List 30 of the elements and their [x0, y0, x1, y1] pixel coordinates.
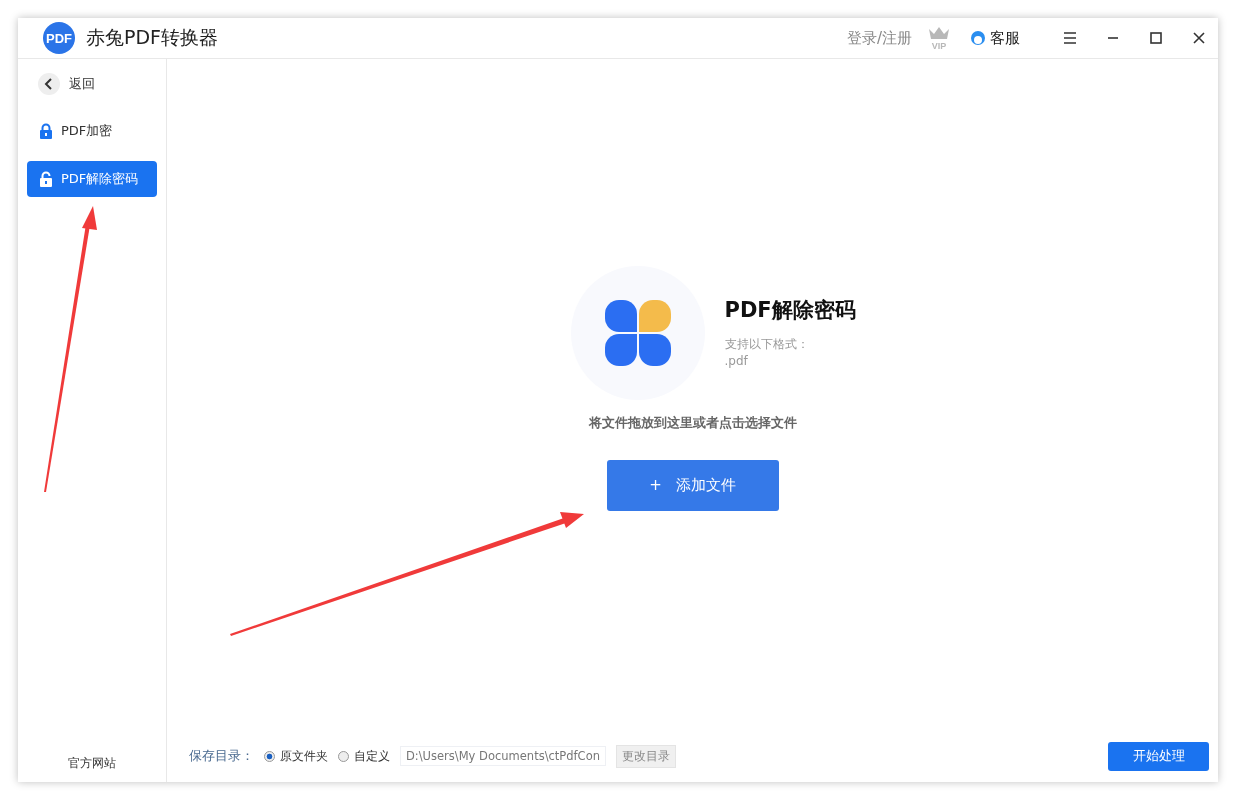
menu-icon[interactable] [1063, 31, 1077, 45]
close-icon[interactable] [1192, 31, 1206, 45]
formats-label: 支持以下格式： [724, 336, 810, 353]
login-link[interactable]: 登录/注册 [846, 28, 912, 48]
radio-button[interactable] [338, 750, 349, 762]
add-file-button[interactable]: + 添加文件 [606, 460, 779, 511]
start-button[interactable]: 开始处理 [1108, 741, 1209, 771]
lock-icon [39, 123, 53, 139]
tool-title: PDF解除密码 [724, 297, 857, 324]
radio-option[interactable]: 原文件夹 [264, 747, 328, 765]
sidebar-item[interactable]: PDF加密 [27, 113, 157, 149]
official-site-link[interactable]: 官方网站 [68, 755, 116, 772]
maximize-icon[interactable] [1149, 31, 1163, 45]
sidebar-item[interactable]: PDF解除密码 [27, 161, 157, 197]
unlock-icon [39, 171, 53, 187]
avatar-icon [970, 30, 986, 46]
radio-button[interactable] [264, 750, 275, 762]
app-logo-icon: PDF [42, 21, 76, 55]
radio-option[interactable]: 自定义 [338, 747, 390, 765]
path-field[interactable]: D:\Users\My Documents\ctPdfCon [400, 746, 606, 766]
radio-label: 原文件夹 [280, 747, 328, 765]
app-title: 赤兔PDF转换器 [86, 25, 219, 50]
formats-list: .pdf [724, 353, 875, 370]
radio-label: 自定义 [354, 747, 390, 765]
back-button[interactable]: 返回 [38, 73, 95, 95]
four-petal-logo-icon [604, 300, 671, 366]
change-directory-button[interactable]: 更改目录 [616, 744, 676, 768]
save-directory-label: 保存目录： [189, 747, 254, 765]
support-link[interactable]: 客服 [970, 28, 1020, 48]
drop-hint: 将文件拖放到这里或者点击选择文件 [588, 414, 797, 432]
